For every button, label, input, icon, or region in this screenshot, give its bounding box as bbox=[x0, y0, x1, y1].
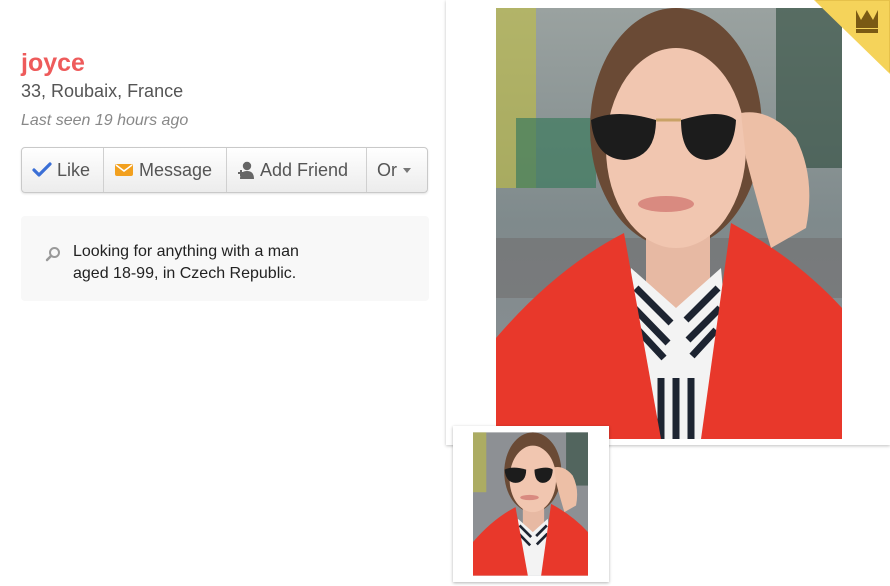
envelope-icon bbox=[114, 162, 134, 178]
check-icon bbox=[32, 162, 52, 178]
message-button[interactable]: Message bbox=[104, 148, 227, 192]
main-profile-photo[interactable] bbox=[496, 8, 842, 439]
profile-location: 33, Roubaix, France bbox=[21, 81, 184, 101]
caret-down-icon bbox=[402, 166, 412, 174]
profile-name: joyce bbox=[21, 49, 85, 77]
add-friend-button[interactable]: Add Friend bbox=[227, 148, 367, 192]
last-seen: Last seen 19 hours ago bbox=[21, 112, 189, 129]
profile-header: joyce 33, Roubaix, France Last seen 19 h… bbox=[21, 48, 431, 130]
thumbnail-frame bbox=[453, 426, 609, 582]
main-photo-frame bbox=[446, 0, 890, 445]
like-label: Like bbox=[57, 159, 91, 180]
message-label: Message bbox=[139, 159, 213, 180]
seeking-line-2: aged 18-99, in Czech Republic. bbox=[73, 265, 297, 282]
search-icon bbox=[45, 246, 61, 267]
seeking-text: Looking for anything with a man aged 18-… bbox=[73, 241, 373, 285]
add-friend-label: Add Friend bbox=[260, 159, 349, 180]
thumbnail-photo[interactable] bbox=[473, 432, 588, 576]
seeking-box: Looking for anything with a man aged 18-… bbox=[21, 216, 429, 301]
person-add-icon bbox=[237, 160, 255, 180]
or-label: Or bbox=[377, 159, 397, 180]
crown-badge bbox=[814, 0, 890, 74]
like-button[interactable]: Like bbox=[22, 148, 104, 192]
or-dropdown-button[interactable]: Or bbox=[367, 148, 427, 192]
seeking-line-1: Looking for anything with a man bbox=[73, 243, 299, 260]
action-bar: Like Message Add Friend Or bbox=[21, 147, 428, 193]
